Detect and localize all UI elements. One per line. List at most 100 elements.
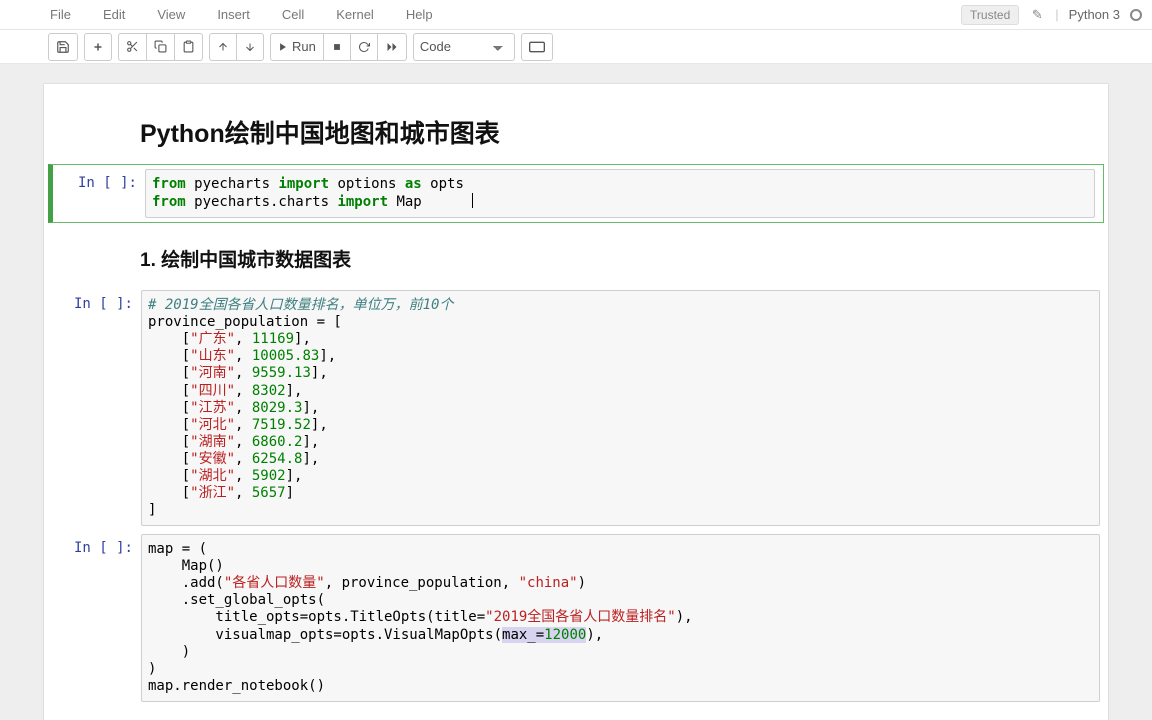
code-token: ) (148, 644, 190, 660)
code-input[interactable]: map = ( Map() .add("各省人口数量", province_po… (141, 534, 1100, 702)
code-input[interactable]: from pyecharts import options as opts fr… (145, 169, 1095, 218)
code-token: 7519.52 (252, 417, 311, 433)
notebook: Python绘制中国地图和城市图表In [ ]:from pyecharts i… (44, 84, 1108, 720)
code-token: [ (148, 331, 190, 347)
code-token: Map (388, 194, 472, 210)
code-token: ] (148, 502, 156, 518)
code-token: [ (148, 365, 190, 381)
code-token: ], (302, 434, 319, 450)
code-token: 9559.13 (252, 365, 311, 381)
code-token: "湖北" (190, 468, 235, 484)
code-token: "山东" (190, 348, 235, 364)
code-token: , (235, 485, 252, 501)
heading: Python绘制中国地图和城市图表 (140, 114, 1094, 150)
code-token: , (235, 451, 252, 467)
interrupt-button[interactable] (323, 33, 351, 61)
menubar: File Edit View Insert Cell Kernel Help T… (0, 0, 1152, 30)
cut-button[interactable] (118, 33, 147, 61)
code-token: max_= (502, 627, 544, 643)
code-token: Map() (148, 558, 224, 574)
code-token: 8302 (252, 383, 286, 399)
kernel-name[interactable]: Python 3 (1069, 7, 1120, 22)
separator: | (1055, 7, 1058, 22)
code-token: pyecharts (186, 176, 279, 192)
menu-help[interactable]: Help (406, 7, 433, 22)
code-token: .set_global_opts( (148, 592, 325, 608)
code-token: 11169 (252, 331, 294, 347)
code-token: ], (311, 417, 328, 433)
code-token: ) (148, 661, 156, 677)
code-token: [ (148, 485, 190, 501)
run-button[interactable]: Run (270, 33, 324, 61)
code-token: pyecharts.charts (186, 194, 338, 210)
code-token: import (278, 176, 329, 192)
code-token: [ (148, 348, 190, 364)
heading: 1. 绘制中国城市数据图表 (140, 245, 1094, 272)
code-input[interactable]: # 2019全国各省人口数量排名，单位万，前10个 province_popul… (141, 290, 1100, 526)
code-token: 12000 (544, 627, 586, 643)
move-down-button[interactable] (236, 33, 264, 61)
code-token: map = ( (148, 541, 207, 557)
code-token: 8029.3 (252, 400, 303, 416)
code-token: ], (286, 468, 303, 484)
restart-button[interactable] (350, 33, 378, 61)
code-cell[interactable]: In [ ]:map = ( Map() .add("各省人口数量", prov… (44, 530, 1108, 706)
menu-insert[interactable]: Insert (217, 7, 250, 22)
cell-type-select[interactable]: Code (413, 33, 515, 61)
code-token: options (329, 176, 405, 192)
notebook-scroll[interactable]: Python绘制中国地图和城市图表In [ ]:from pyecharts i… (0, 64, 1152, 720)
markdown-cell[interactable]: 1. 绘制中国城市数据图表 (44, 223, 1108, 286)
code-token: [ (148, 451, 190, 467)
code-token: "河南" (190, 365, 235, 381)
menu-edit[interactable]: Edit (103, 7, 125, 22)
code-token: title_opts=opts.TitleOpts(title= (148, 609, 485, 625)
code-token: as (405, 176, 422, 192)
code-token: 6254.8 (252, 451, 303, 467)
code-token: 5902 (252, 468, 286, 484)
edit-icon[interactable]: ✎ (1029, 7, 1045, 23)
code-token: import (337, 194, 388, 210)
code-token: "各省人口数量" (224, 575, 325, 591)
code-token: ) (578, 575, 586, 591)
command-palette-button[interactable] (521, 33, 553, 61)
code-token: from (152, 194, 186, 210)
code-token: opts (422, 176, 464, 192)
code-token: [ (148, 468, 190, 484)
markdown-cell[interactable]: Python绘制中国地图和城市图表 (44, 96, 1108, 164)
code-token: 6860.2 (252, 434, 303, 450)
move-up-button[interactable] (209, 33, 237, 61)
text-caret (472, 193, 473, 208)
trusted-badge[interactable]: Trusted (961, 5, 1019, 25)
paste-button[interactable] (174, 33, 203, 61)
cell-prompt: In [ ]: (53, 290, 141, 312)
code-token: , (235, 434, 252, 450)
cell-prompt: In [ ]: (53, 534, 141, 556)
save-button[interactable] (48, 33, 78, 61)
menu-cell[interactable]: Cell (282, 7, 304, 22)
menu-view[interactable]: View (157, 7, 185, 22)
menubar-left: File Edit View Insert Cell Kernel Help (50, 7, 433, 22)
toolbar: Run Code (0, 30, 1152, 64)
code-token: ), (586, 627, 603, 643)
menu-kernel[interactable]: Kernel (336, 7, 374, 22)
cell-prompt: In [ ]: (57, 169, 145, 191)
copy-button[interactable] (146, 33, 175, 61)
code-token: [ (148, 417, 190, 433)
code-token: "广东" (190, 331, 235, 347)
markdown-cell[interactable]: 2. 绘制具体城市数据 (44, 706, 1108, 720)
code-token: , (235, 365, 252, 381)
code-token: ), (676, 609, 693, 625)
code-token: "浙江" (190, 485, 235, 501)
code-token: , (235, 331, 252, 347)
code-token: 10005.83 (252, 348, 319, 364)
code-cell[interactable]: In [ ]:# 2019全国各省人口数量排名，单位万，前10个 provinc… (44, 286, 1108, 530)
code-token: province_population = [ (148, 314, 342, 330)
menu-file[interactable]: File (50, 7, 71, 22)
code-token: "2019全国各省人口数量排名" (485, 609, 676, 625)
code-token: map.render_notebook() (148, 678, 325, 694)
add-cell-button[interactable] (84, 33, 112, 61)
restart-run-all-button[interactable] (377, 33, 407, 61)
code-cell[interactable]: In [ ]:from pyecharts import options as … (48, 164, 1104, 223)
code-token: [ (148, 400, 190, 416)
code-token: "湖南" (190, 434, 235, 450)
